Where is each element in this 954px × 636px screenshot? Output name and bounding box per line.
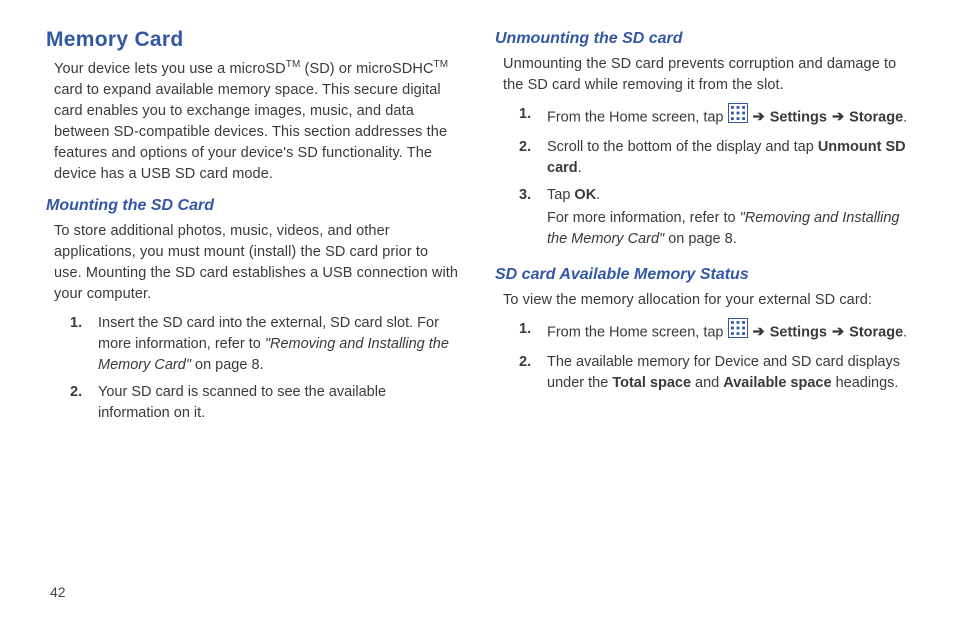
- step-mid: and: [691, 375, 723, 391]
- step-text-tail: .: [596, 187, 600, 203]
- page-number: 42: [50, 584, 66, 600]
- status-step-1: From the Home screen, tap ➔ Settings ➔ S…: [519, 317, 908, 350]
- apps-grid-icon: [728, 103, 748, 130]
- apps-grid-icon: [728, 318, 748, 345]
- step-text-tail: on page 8.: [195, 357, 264, 373]
- step-text-tail: .: [578, 160, 582, 176]
- status-step-2: The available memory for Device and SD c…: [519, 350, 908, 398]
- tm-mark-2: TM: [434, 59, 449, 70]
- unmounting-step-3: Tap OK. For more information, refer to "…: [519, 183, 908, 254]
- page-container: Memory Card Your device lets you use a m…: [0, 0, 954, 636]
- tm-mark-1: TM: [286, 59, 301, 70]
- step-text: Scroll to the bottom of the display and …: [547, 139, 818, 155]
- mounting-step-2: Your SD card is scanned to see the avail…: [70, 380, 459, 428]
- status-body: To view the memory allocation for your e…: [503, 290, 908, 311]
- step-text: Your SD card is scanned to see the avail…: [98, 384, 386, 421]
- settings-label: Settings: [770, 109, 827, 125]
- mounting-body: To store additional photos, music, video…: [54, 221, 459, 305]
- intro-text-3: card to expand available memory space. T…: [54, 82, 447, 182]
- right-column: Unmounting the SD card Unmounting the SD…: [495, 28, 908, 636]
- storage-label: Storage: [849, 109, 903, 125]
- arrow-icon: ➔: [831, 107, 845, 128]
- step-continuation: For more information, refer to "Removing…: [547, 208, 908, 250]
- arrow-icon: ➔: [752, 322, 766, 343]
- heading-mounting: Mounting the SD Card: [46, 197, 459, 215]
- period: .: [903, 109, 907, 125]
- intro-paragraph: Your device lets you use a microSDTM (SD…: [54, 58, 459, 185]
- settings-label: Settings: [770, 324, 827, 340]
- ok-label: OK: [574, 187, 596, 203]
- arrow-icon: ➔: [752, 107, 766, 128]
- heading-unmounting: Unmounting the SD card: [495, 30, 908, 48]
- cont-tail: on page 8.: [668, 231, 737, 247]
- available-space-label: Available space: [723, 375, 831, 391]
- step-text: Tap: [547, 187, 574, 203]
- intro-text-1: Your device lets you use a microSD: [54, 61, 286, 77]
- total-space-label: Total space: [612, 375, 691, 391]
- period: .: [903, 324, 907, 340]
- cont-text: For more information, refer to: [547, 210, 740, 226]
- unmounting-step-2: Scroll to the bottom of the display and …: [519, 135, 908, 183]
- storage-label: Storage: [849, 324, 903, 340]
- heading-memory-card: Memory Card: [46, 28, 459, 52]
- unmounting-body: Unmounting the SD card prevents corrupti…: [503, 54, 908, 96]
- unmounting-steps: From the Home screen, tap ➔ Settings ➔ S…: [519, 102, 908, 254]
- unmounting-step-1: From the Home screen, tap ➔ Settings ➔ S…: [519, 102, 908, 135]
- heading-status: SD card Available Memory Status: [495, 266, 908, 284]
- mounting-steps: Insert the SD card into the external, SD…: [70, 311, 459, 428]
- step-text: From the Home screen, tap: [547, 109, 728, 125]
- intro-text-2: (SD) or microSDHC: [300, 61, 433, 77]
- arrow-icon: ➔: [831, 322, 845, 343]
- left-column: Memory Card Your device lets you use a m…: [46, 28, 459, 636]
- status-steps: From the Home screen, tap ➔ Settings ➔ S…: [519, 317, 908, 398]
- mounting-step-1: Insert the SD card into the external, SD…: [70, 311, 459, 380]
- step-text: From the Home screen, tap: [547, 324, 728, 340]
- step-tail: headings.: [832, 375, 899, 391]
